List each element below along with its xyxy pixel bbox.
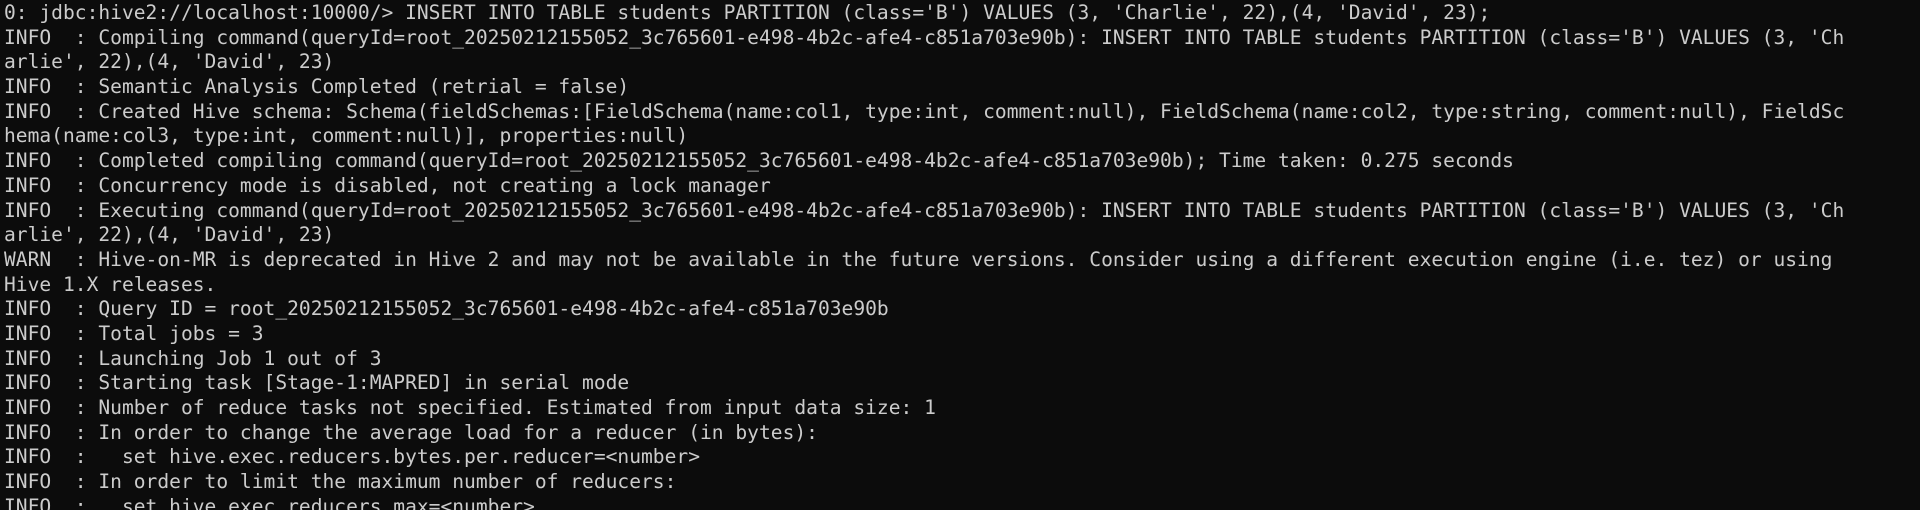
log-line: INFO : In order to change the average lo… xyxy=(4,420,818,444)
log-line: INFO : Semantic Analysis Completed (retr… xyxy=(4,75,630,99)
log-line: hema(name:col3, type:int, comment:null)]… xyxy=(4,124,689,148)
log-line: INFO : Starting task [Stage-1:MAPRED] in… xyxy=(4,371,630,395)
log-line: INFO : Concurrency mode is disabled, not… xyxy=(4,173,771,197)
log-line: INFO : Total jobs = 3 xyxy=(4,321,264,345)
warn-line: Hive 1.X releases. xyxy=(4,272,217,296)
log-line: INFO : Created Hive schema: Schema(field… xyxy=(4,99,1845,123)
log-line: INFO : Completed compiling command(query… xyxy=(4,149,1514,173)
log-line: INFO : Launching Job 1 out of 3 xyxy=(4,346,382,370)
terminal-prompt-line: 0: jdbc:hive2://localhost:10000/> INSERT… xyxy=(4,1,1491,24)
log-line: INFO : set hive.exec.reducers.bytes.per.… xyxy=(4,445,700,469)
log-line: arlie', 22),(4, 'David', 23) xyxy=(4,223,335,247)
log-line: INFO : Executing command(queryId=root_20… xyxy=(4,198,1845,222)
log-line: INFO : Compiling command(queryId=root_20… xyxy=(4,25,1845,49)
log-line: INFO : Query ID = root_20250212155052_3c… xyxy=(4,297,889,321)
log-line: arlie', 22),(4, 'David', 23) xyxy=(4,50,335,74)
log-line: INFO : In order to limit the maximum num… xyxy=(4,470,677,494)
log-line: INFO : Number of reduce tasks not specif… xyxy=(4,396,936,419)
log-line: INFO : set hive.exec.reducers.max=<numbe… xyxy=(4,494,535,510)
warn-line: WARN : Hive-on-MR is deprecated in Hive … xyxy=(4,247,1833,271)
terminal-window[interactable]: 0: jdbc:hive2://localhost:10000/> INSERT… xyxy=(0,0,1920,510)
